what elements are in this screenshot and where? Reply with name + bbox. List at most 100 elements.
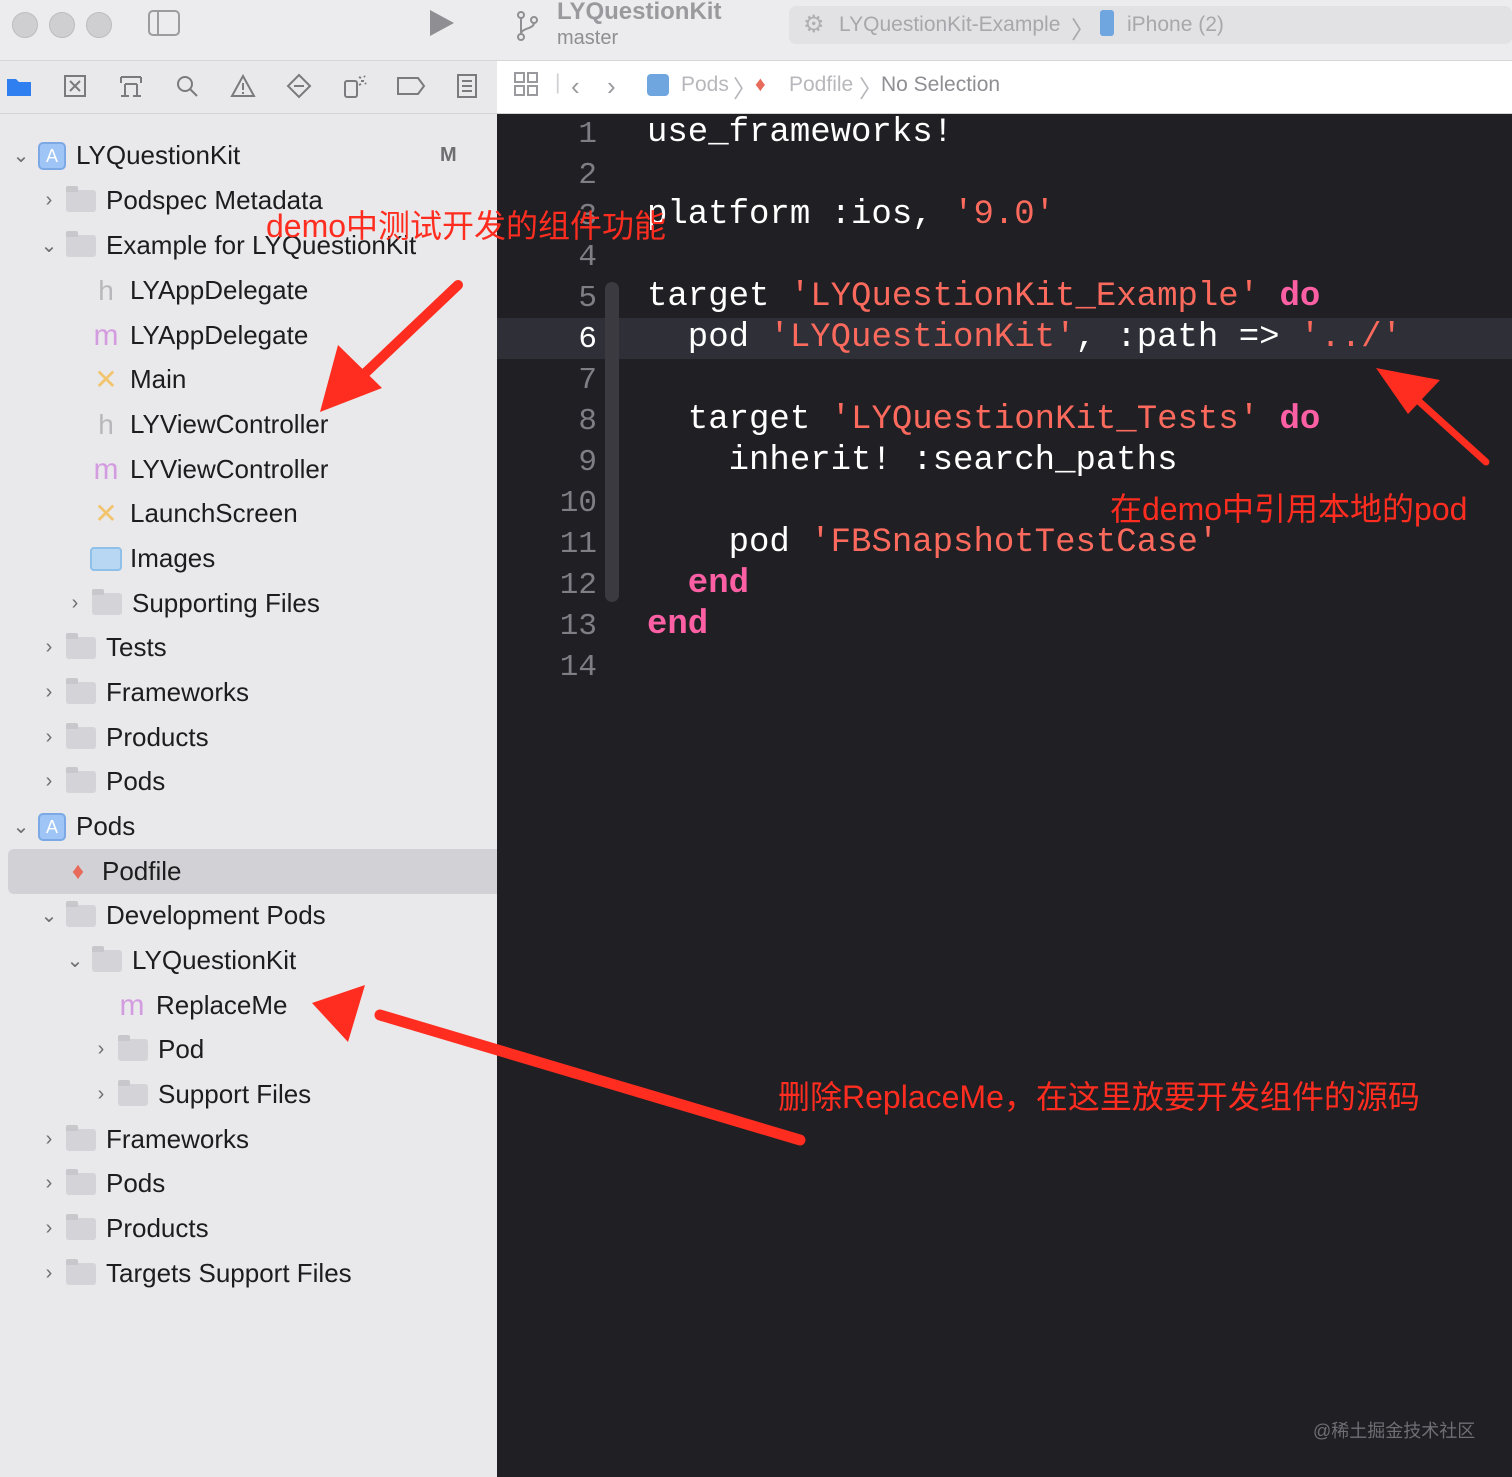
close-window-button[interactable] bbox=[12, 12, 38, 38]
chevron-down-icon[interactable]: ⌄ bbox=[10, 814, 32, 839]
line-number: 8 bbox=[578, 404, 597, 439]
folder-icon bbox=[92, 588, 122, 615]
issue-navigator-icon[interactable] bbox=[228, 71, 258, 101]
line-number: 13 bbox=[559, 609, 597, 644]
device-name[interactable]: iPhone (2) bbox=[1127, 13, 1224, 37]
line-number: 5 bbox=[578, 281, 597, 316]
chevron-right-icon[interactable]: › bbox=[90, 1038, 112, 1061]
find-navigator-icon[interactable] bbox=[172, 71, 202, 101]
chevron-right-icon[interactable]: › bbox=[38, 726, 60, 749]
tree-item-frameworks[interactable]: › Frameworks bbox=[0, 670, 535, 715]
scheme-selector[interactable]: ⚙ LYQuestionKit-Example 〉 iPhone (2) bbox=[789, 6, 1512, 44]
chevron-right-icon[interactable]: › bbox=[38, 1128, 60, 1151]
tree-item-products-2[interactable]: › Products bbox=[0, 1206, 535, 1251]
code-text: pod bbox=[647, 524, 811, 562]
chevron-down-icon[interactable]: ⌄ bbox=[38, 233, 60, 258]
tree-item-label: LYViewController bbox=[130, 409, 329, 439]
folder-icon bbox=[66, 230, 96, 257]
code-line-9: inherit! :search_paths bbox=[647, 442, 1178, 480]
code-string: 'LYQuestionKit_Tests' bbox=[830, 401, 1260, 439]
code-line-13: end bbox=[647, 606, 708, 644]
chevron-right-icon[interactable]: › bbox=[38, 636, 60, 659]
tree-item-development-pods[interactable]: ⌄ Development Pods bbox=[0, 893, 535, 938]
tree-item-project-lyquestionkit[interactable]: ⌄ A LYQuestionKit M bbox=[0, 133, 507, 178]
header-file-icon: h bbox=[98, 408, 114, 440]
chevron-down-icon[interactable]: ⌄ bbox=[10, 143, 32, 168]
zoom-window-button[interactable] bbox=[86, 12, 112, 38]
test-navigator-icon[interactable] bbox=[284, 71, 314, 101]
code-string: 'LYQuestionKit' bbox=[769, 319, 1076, 357]
tree-item-label: Products bbox=[106, 722, 209, 752]
code-text: pod bbox=[647, 319, 770, 357]
breadcrumb-podfile[interactable]: Podfile bbox=[789, 73, 853, 97]
project-navigator-icon[interactable] bbox=[4, 71, 34, 101]
tree-item-products[interactable]: › Products bbox=[0, 715, 535, 760]
xmark-square-icon bbox=[64, 75, 86, 97]
tree-item-lyquestionkit-folder[interactable]: ⌄ LYQuestionKit bbox=[0, 938, 561, 983]
minimize-window-button[interactable] bbox=[49, 12, 75, 38]
code-text: , :path => bbox=[1075, 319, 1300, 357]
tree-item-tests[interactable]: › Tests bbox=[0, 625, 535, 670]
folder-icon bbox=[66, 900, 96, 927]
tree-item-frameworks-2[interactable]: › Frameworks bbox=[0, 1117, 535, 1162]
breakpoint-navigator-icon[interactable] bbox=[396, 71, 426, 101]
tree-item-label: LYAppDelegate bbox=[130, 275, 309, 305]
chevron-right-icon[interactable]: › bbox=[90, 1083, 112, 1106]
line-number: 12 bbox=[559, 568, 597, 603]
folder-icon bbox=[66, 1168, 96, 1195]
tree-item-label: Frameworks bbox=[106, 677, 250, 707]
chevron-right-icon[interactable]: › bbox=[38, 770, 60, 793]
tree-item-podfile[interactable]: ♦ Podfile bbox=[0, 849, 561, 894]
symbol-navigator-icon[interactable] bbox=[116, 71, 146, 101]
objc-file-icon: m bbox=[93, 452, 119, 486]
run-button[interactable] bbox=[430, 10, 454, 36]
chevron-right-icon[interactable]: › bbox=[38, 189, 60, 212]
chevron-right-icon[interactable]: › bbox=[64, 592, 86, 615]
related-items-icon[interactable] bbox=[513, 71, 539, 103]
source-control-navigator-icon[interactable] bbox=[60, 71, 90, 101]
tree-item-supporting-files[interactable]: › Supporting Files bbox=[0, 581, 561, 626]
tree-item-label: Images bbox=[130, 543, 216, 573]
tree-item-label: Development Pods bbox=[106, 900, 326, 930]
tree-item-project-pods[interactable]: ⌄ A Pods bbox=[0, 804, 507, 849]
report-navigator-icon[interactable] bbox=[452, 71, 482, 101]
spray-icon bbox=[344, 75, 367, 98]
chevron-right-icon[interactable]: › bbox=[38, 681, 60, 704]
chevron-right-icon[interactable]: › bbox=[38, 1172, 60, 1195]
code-line-3: platform :ios, '9.0' bbox=[647, 196, 1055, 234]
chevron-down-icon[interactable]: ⌄ bbox=[38, 903, 60, 928]
source-editor[interactable]: 1 2 3 4 5 6 7 8 9 10 11 12 13 14 use_fra… bbox=[497, 114, 1512, 1477]
tree-item-targets-support-files[interactable]: › Targets Support Files bbox=[0, 1251, 535, 1296]
code-line-6: pod 'LYQuestionKit', :path => '../' bbox=[647, 319, 1402, 357]
code-string: '9.0' bbox=[953, 196, 1056, 234]
code-keyword: end bbox=[647, 606, 709, 644]
tree-item-label: Pods bbox=[106, 1168, 166, 1198]
scheme-name[interactable]: LYQuestionKit-Example bbox=[839, 13, 1060, 37]
tree-item-label: LYQuestionKit bbox=[132, 945, 297, 975]
diamond-icon bbox=[286, 73, 312, 99]
chevron-right-icon[interactable]: › bbox=[38, 1217, 60, 1240]
line-number: 14 bbox=[559, 650, 597, 685]
tree-item-label: LYQuestionKit bbox=[76, 140, 241, 170]
debug-navigator-icon[interactable] bbox=[340, 71, 370, 101]
chevron-down-icon[interactable]: ⌄ bbox=[64, 948, 86, 973]
back-button[interactable]: ‹ bbox=[571, 71, 580, 102]
forward-button[interactable]: › bbox=[607, 71, 616, 102]
tree-item-label: Frameworks bbox=[106, 1124, 250, 1154]
breadcrumb-pods[interactable]: Pods bbox=[681, 73, 729, 97]
breakpoint-icon bbox=[397, 77, 426, 95]
tree-item-label: Main bbox=[130, 364, 187, 394]
breadcrumb-selection[interactable]: No Selection bbox=[881, 73, 1000, 97]
chevron-right-icon[interactable]: › bbox=[38, 1262, 60, 1285]
folder-icon bbox=[66, 1213, 96, 1240]
tree-item-pods-folder[interactable]: › Pods bbox=[0, 759, 535, 804]
branch-icon bbox=[515, 10, 539, 41]
tree-item-label: LaunchScreen bbox=[130, 498, 298, 528]
code-line-12: end bbox=[647, 565, 749, 603]
tree-item-pods-2[interactable]: › Pods bbox=[0, 1161, 535, 1206]
sidebar-toggle-icon[interactable] bbox=[148, 10, 180, 36]
annotation-demo-test: demo中测试开发的组件功能 bbox=[266, 208, 667, 244]
tree-item-label: Targets Support Files bbox=[106, 1258, 352, 1288]
branch-name[interactable]: master bbox=[557, 27, 618, 50]
folder-icon bbox=[7, 79, 31, 96]
